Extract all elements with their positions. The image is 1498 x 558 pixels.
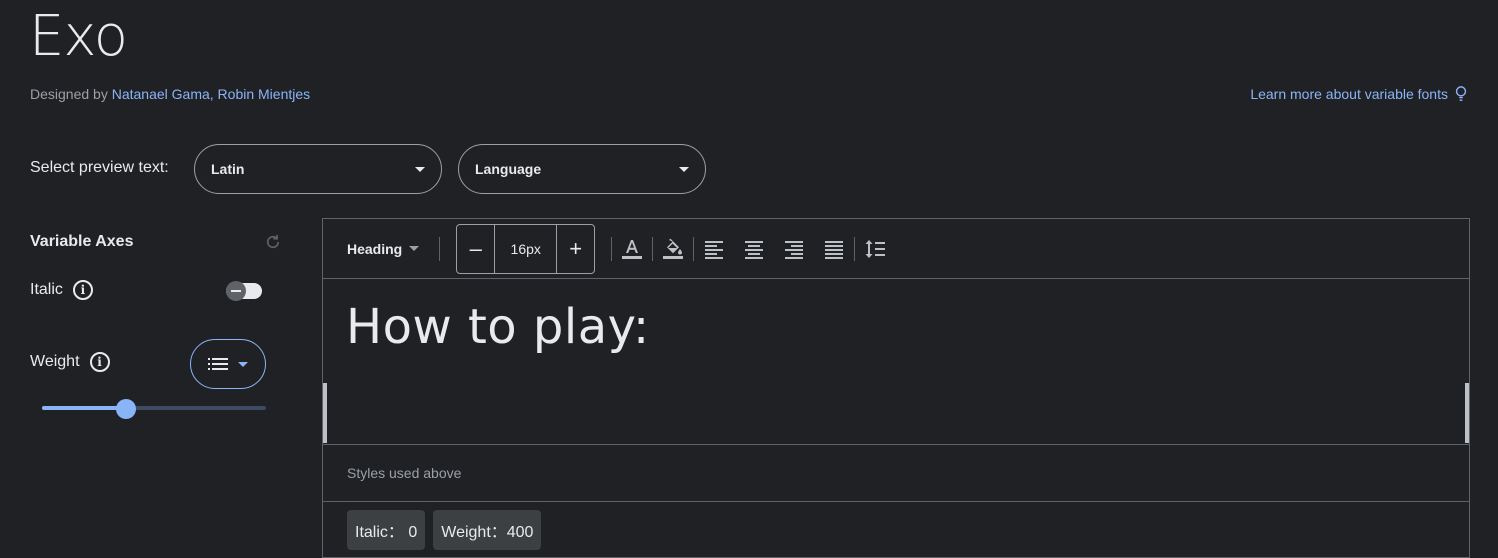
designers-link[interactable]: Natanael Gama, Robin Mientjes [112,86,310,102]
lightbulb-icon [1455,86,1467,101]
align-left-button[interactable] [694,229,734,269]
text-color-button[interactable] [612,229,652,269]
align-justify-icon [825,240,844,259]
styles-chip-list: Italic： 0 Weight：400 [323,502,1469,550]
align-center-icon [745,240,764,259]
weight-style-chip: Weight：400 [433,510,542,550]
slider-thumb[interactable] [116,399,136,419]
text-style-value: Heading [347,240,403,257]
list-icon [208,358,228,370]
weight-slider[interactable] [42,399,266,419]
justify-button[interactable] [814,229,854,269]
chevron-down-icon [679,166,689,172]
decrease-size-button[interactable]: – [457,225,494,273]
fill-color-icon [663,238,684,259]
italic-toggle[interactable] [226,281,262,301]
preview-heading-text[interactable]: How to play: [346,299,650,355]
preview-editor: Heading – 16px + How to play: Styles use… [322,218,1470,558]
chevron-down-icon [409,246,420,251]
font-size-stepper: – 16px + [456,223,596,274]
line-spacing-icon [865,239,886,258]
toggle-knob [226,281,246,301]
text-color-icon [622,239,643,259]
editor-toolbar: Heading – 16px + [323,219,1469,279]
line-height-button[interactable] [855,229,895,269]
preview-text-label: Select preview text: [30,159,169,176]
align-left-icon [705,240,724,259]
chevron-down-icon [238,361,248,367]
italic-axis-row: Italic i [30,280,93,300]
learn-more-link[interactable]: Learn more about variable fonts [1250,86,1468,102]
weight-axis-row: Weight i [30,352,110,372]
designer-credit: Designed by Natanael Gama, Robin Mientje… [30,86,310,102]
designed-by-label: Designed by [30,86,112,102]
increase-size-button[interactable]: + [557,225,594,273]
script-select-value: Latin [211,161,245,177]
align-center-button[interactable] [734,229,774,269]
text-style-dropdown[interactable]: Heading [347,240,420,257]
styles-used-label: Styles used above [323,445,1469,502]
info-icon[interactable]: i [89,352,110,372]
reset-icon[interactable] [264,233,282,251]
weight-mode-button[interactable] [190,339,266,389]
toolbar-divider [439,236,441,261]
slider-fill [42,406,126,410]
chevron-down-icon [415,166,425,172]
align-right-button[interactable] [774,229,814,269]
resize-handle-right[interactable] [1465,383,1469,443]
info-icon[interactable]: i [72,280,93,300]
language-select-value: Language [475,161,542,177]
italic-style-chip: Italic： 0 [347,510,426,550]
script-select[interactable]: Latin [194,144,442,194]
resize-handle-left[interactable] [323,383,327,443]
variable-axes-title: Variable Axes [30,233,134,250]
italic-label: Italic [30,281,63,298]
learn-more-label: Learn more about variable fonts [1250,86,1448,102]
align-right-icon [785,240,804,259]
preview-text-area[interactable]: How to play: [323,279,1469,445]
background-color-button[interactable] [653,229,693,269]
font-title: Exo [29,4,128,69]
font-size-value[interactable]: 16px [494,224,558,273]
weight-label: Weight [30,353,80,370]
language-select[interactable]: Language [458,144,706,194]
